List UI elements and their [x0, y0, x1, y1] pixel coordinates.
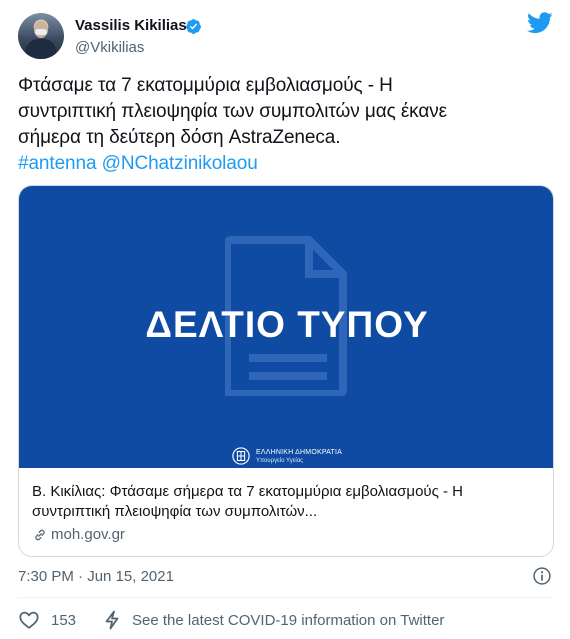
divider [18, 597, 554, 598]
lightning-icon [105, 610, 119, 630]
greek-emblem-icon [232, 447, 250, 465]
tweet-text-line: σήμερα τη δεύτερη δόση AstraZeneca. [18, 127, 341, 148]
author-name[interactable]: Vassilis Kikilias [75, 17, 187, 34]
hashtag-link[interactable]: #antenna [18, 153, 97, 174]
covid-info-link[interactable]: See the latest COVID-19 information on T… [132, 612, 444, 629]
heart-icon[interactable] [18, 609, 40, 631]
tweet-text-line: Φτάσαμε τα 7 εκατομμύρια εμβολιασμούς - … [18, 75, 393, 96]
mention-link[interactable]: @NChatzinikolaou [102, 153, 258, 174]
action-bar: 153 See the latest COVID-19 information … [18, 605, 444, 635]
card-image[interactable]: ΔΕΛΤΙΟ ΤΥΠΟΥ ΕΛΛΗΝΙΚΗ ΔΗΜΟΚΡΑΤΙΑ Υπουργε… [19, 186, 553, 468]
avatar[interactable] [18, 13, 64, 59]
card-domain-label: moh.gov.gr [51, 526, 125, 543]
info-icon[interactable] [532, 566, 552, 586]
card-description[interactable]: Β. Κικίλιας: Φτάσαμε σήμερα τα 7 εκατομμ… [32, 482, 542, 522]
tweet-links-line: #antenna @NChatzinikolaou [18, 151, 553, 177]
timestamp[interactable]: 7:30 PM · Jun 15, 2021 [18, 568, 174, 585]
author-handle[interactable]: @Vkikilias [75, 39, 144, 56]
verified-badge-icon [186, 19, 201, 34]
gov-ministry: Υπουργείο Υγείας [256, 458, 304, 464]
gov-name: ΕΛΛΗΝΙΚΗ ΔΗΜΟΚΡΑΤΙΑ [256, 449, 343, 456]
card-description-line: Β. Κικίλιας: Φτάσαμε σήμερα τα 7 εκατομμ… [32, 483, 464, 500]
link-preview-card[interactable]: ΔΕΛΤΙΟ ΤΥΠΟΥ ΕΛΛΗΝΙΚΗ ΔΗΜΟΚΡΑΤΙΑ Υπουργε… [18, 185, 554, 557]
link-icon [35, 529, 45, 540]
like-count[interactable]: 153 [51, 612, 76, 629]
tweet-text-line: συντριπτική πλειοψηφία των συμπολιτών μα… [18, 101, 448, 122]
card-description-line: συντριπτική πλειοψηφία των συμπολιτών... [32, 503, 318, 520]
tweet: Vassilis Kikilias @Vkikilias Φτάσαμε τα … [0, 0, 570, 639]
card-domain[interactable]: moh.gov.gr [33, 526, 125, 543]
twitter-bird-icon[interactable] [527, 12, 553, 34]
tweet-text: Φτάσαμε τα 7 εκατομμύρια εμβολιασμούς - … [18, 73, 553, 177]
card-image-title: ΔΕΛΤΙΟ ΤΥΠΟΥ [145, 304, 429, 345]
